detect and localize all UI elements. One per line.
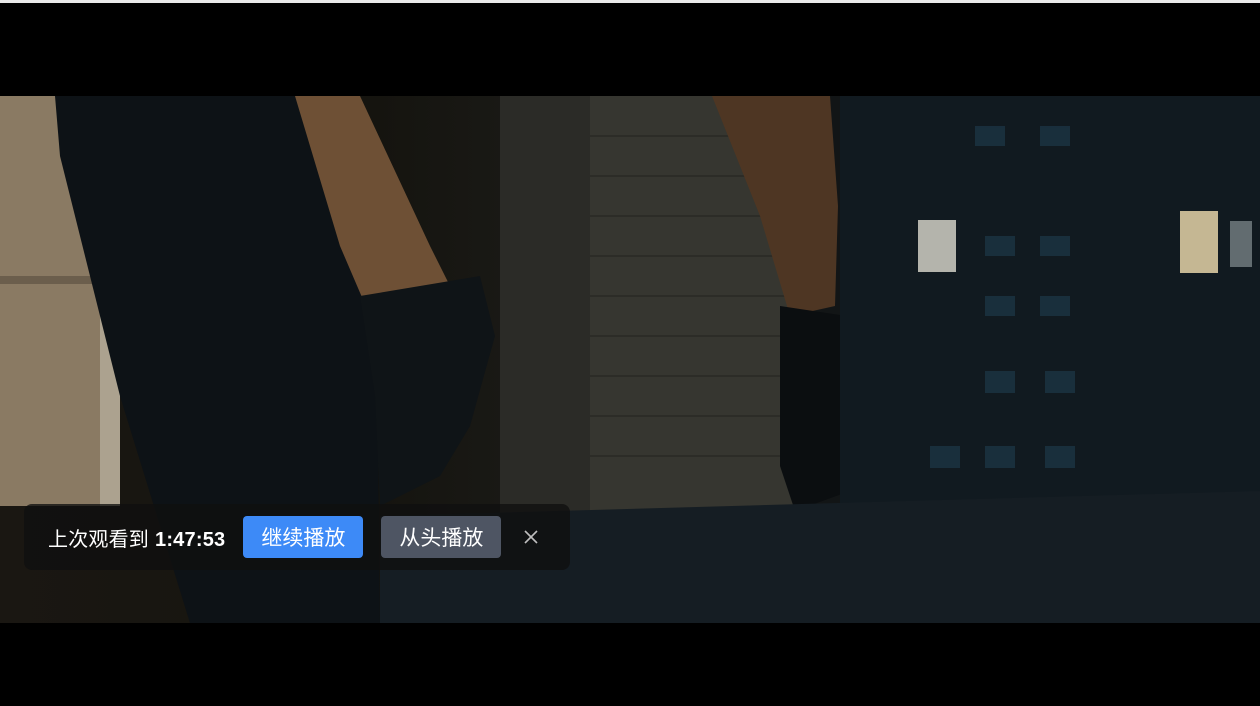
restart-playback-button[interactable]: 从头播放 — [381, 516, 502, 558]
window-lit-3 — [1230, 221, 1252, 267]
video-player[interactable]: 上次观看到 1:47:53 继续播放 从头播放 — [0, 3, 1260, 706]
resume-label: 上次观看到 1:47:53 — [48, 523, 225, 552]
resume-playback-bar: 上次观看到 1:47:53 继续播放 从头播放 — [24, 504, 570, 570]
continue-playback-button[interactable]: 继续播放 — [243, 516, 364, 558]
resume-timestamp: 1:47:53 — [155, 528, 226, 551]
window-lit-2 — [1180, 211, 1218, 273]
close-icon[interactable] — [519, 525, 543, 549]
window-lit-1 — [918, 220, 956, 272]
resume-label-text: 上次观看到 — [48, 528, 149, 551]
close-icon-glyph — [524, 530, 538, 544]
shoe-left — [360, 276, 495, 506]
